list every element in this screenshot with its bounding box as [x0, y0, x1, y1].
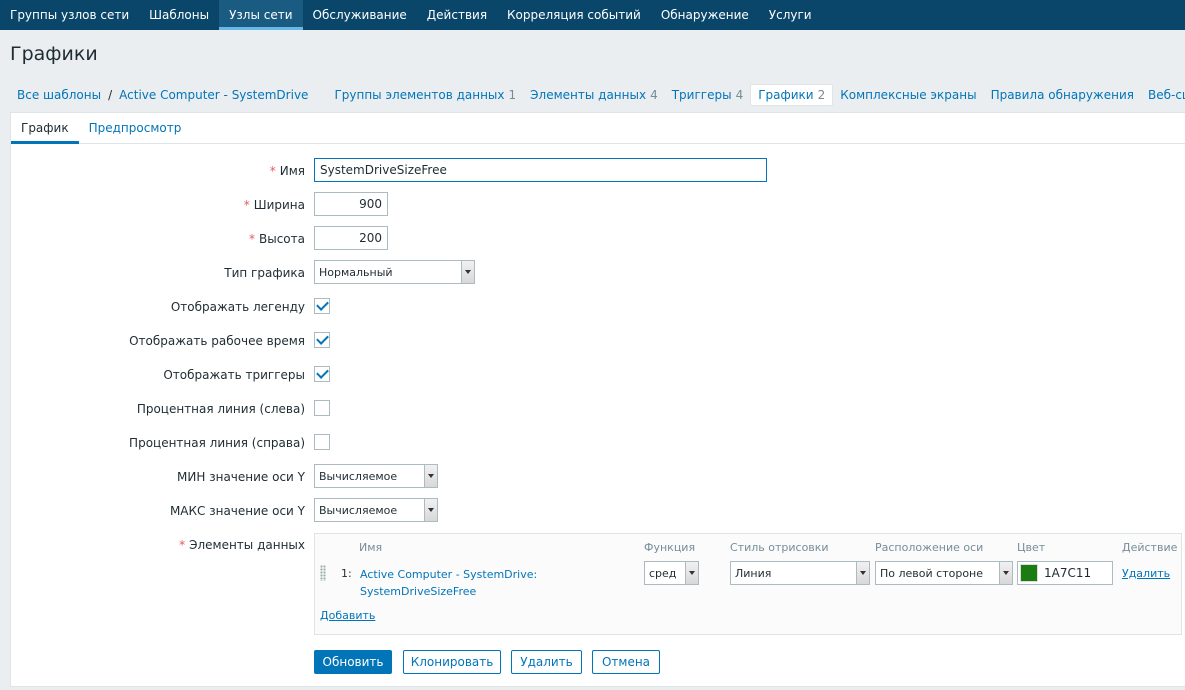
show-legend-label: Отображать легенду	[170, 300, 305, 314]
show-triggers-label: Отображать триггеры	[163, 368, 305, 382]
breadcrumb-triggers[interactable]: Триггеры 4	[665, 84, 750, 106]
nav-actions[interactable]: Действия	[417, 0, 497, 30]
percent-left-label: Процентная линия (слева)	[136, 402, 305, 416]
cancel-button[interactable]: Отмена	[592, 650, 660, 674]
nav-templates[interactable]: Шаблоны	[139, 0, 219, 30]
breadcrumb-graphs[interactable]: Графики 2	[750, 84, 834, 106]
color-swatch[interactable]	[1020, 564, 1038, 582]
column-header-name: Имя	[359, 541, 383, 554]
top-navigation: Группы узлов сети Шаблоны Узлы сети Обсл…	[0, 0, 1185, 30]
ymin-select[interactable]: Вычисляемое	[314, 464, 438, 488]
width-input[interactable]: 900	[314, 192, 388, 216]
column-header-axis-side: Расположение оси	[875, 541, 984, 554]
draw-style-select[interactable]: Линия	[730, 561, 870, 585]
breadcrumb-template[interactable]: Active Computer - SystemDrive	[112, 84, 315, 106]
graph-type-label: Тип графика	[224, 266, 305, 280]
percent-right-label: Процентная линия (справа)	[129, 436, 305, 450]
breadcrumb-application-groups[interactable]: Группы элементов данных 1	[327, 84, 523, 106]
axis-side-select[interactable]: По левой стороне	[875, 561, 1013, 585]
ymin-label: МИН значение оси Y	[177, 470, 305, 484]
show-work-period-checkbox[interactable]	[314, 332, 330, 348]
nav-host-groups[interactable]: Группы узлов сети	[0, 0, 139, 30]
delete-button[interactable]: Удалить	[511, 650, 582, 674]
chevron-down-icon	[424, 499, 437, 521]
width-label: * Ширина	[243, 198, 305, 212]
item-name-link[interactable]: Active Computer - SystemDrive: SystemDriv…	[360, 566, 537, 600]
show-legend-checkbox[interactable]	[314, 298, 330, 314]
tab-graph[interactable]: График	[11, 113, 79, 144]
chevron-down-icon	[461, 261, 474, 283]
nav-discovery[interactable]: Обнаружение	[651, 0, 759, 30]
nav-hosts[interactable]: Узлы сети	[219, 0, 303, 30]
form-tabs: График Предпросмотр	[11, 113, 1185, 144]
page-title: Графики	[10, 43, 98, 65]
row-number: 1:	[341, 567, 352, 580]
chevron-down-icon	[685, 562, 698, 584]
show-work-period-label: Отображать рабочее время	[129, 334, 305, 348]
breadcrumb-items[interactable]: Элементы данных 4	[523, 84, 665, 106]
breadcrumb-web-scenarios[interactable]: Веб-сценарии	[1141, 84, 1185, 106]
column-header-color: Цвет	[1017, 541, 1046, 554]
chevron-down-icon	[856, 562, 869, 584]
nav-event-correlation[interactable]: Корреляция событий	[497, 0, 651, 30]
items-label: * Элементы данных	[179, 538, 305, 552]
graph-form-panel: График Предпросмотр * Имя SystemDriveSize…	[10, 112, 1185, 687]
graph-items-table: Имя Функция Стиль отрисовки Расположение…	[314, 533, 1182, 635]
nav-services[interactable]: Услуги	[759, 0, 822, 30]
height-input[interactable]: 200	[314, 226, 388, 250]
breadcrumb-discovery-rules[interactable]: Правила обнаружения	[984, 84, 1141, 106]
ymax-label: МАКС значение оси Y	[169, 504, 305, 518]
chevron-down-icon	[424, 465, 437, 487]
nav-maintenance[interactable]: Обслуживание	[303, 0, 417, 30]
show-triggers-checkbox[interactable]	[314, 366, 330, 382]
chevron-down-icon	[999, 562, 1012, 584]
breadcrumb-screens[interactable]: Комплексные экраны	[833, 84, 983, 106]
percent-left-checkbox[interactable]	[314, 400, 330, 416]
add-item-link[interactable]: Добавить	[320, 609, 375, 622]
remove-item-link[interactable]: Удалить	[1122, 567, 1170, 580]
height-label: * Высота	[249, 232, 305, 246]
name-input[interactable]: SystemDriveSizeFree	[314, 158, 767, 182]
function-select[interactable]: сред	[644, 561, 699, 585]
column-header-action: Действие	[1122, 541, 1178, 554]
clone-button[interactable]: Клонировать	[403, 650, 501, 674]
column-header-function: Функция	[644, 541, 696, 554]
name-label: * Имя	[269, 164, 305, 178]
update-button[interactable]: Обновить	[314, 650, 392, 674]
ymax-select[interactable]: Вычисляемое	[314, 498, 438, 522]
breadcrumb-all-templates[interactable]: Все шаблоны	[10, 84, 108, 106]
graph-type-select[interactable]: Нормальный	[314, 260, 475, 284]
percent-right-checkbox[interactable]	[314, 434, 330, 450]
drag-handle-icon[interactable]	[320, 565, 326, 581]
tab-preview[interactable]: Предпросмотр	[79, 113, 192, 143]
breadcrumb: Все шаблоны / Active Computer - SystemDr…	[10, 84, 1185, 106]
column-header-draw-style: Стиль отрисовки	[730, 541, 829, 554]
